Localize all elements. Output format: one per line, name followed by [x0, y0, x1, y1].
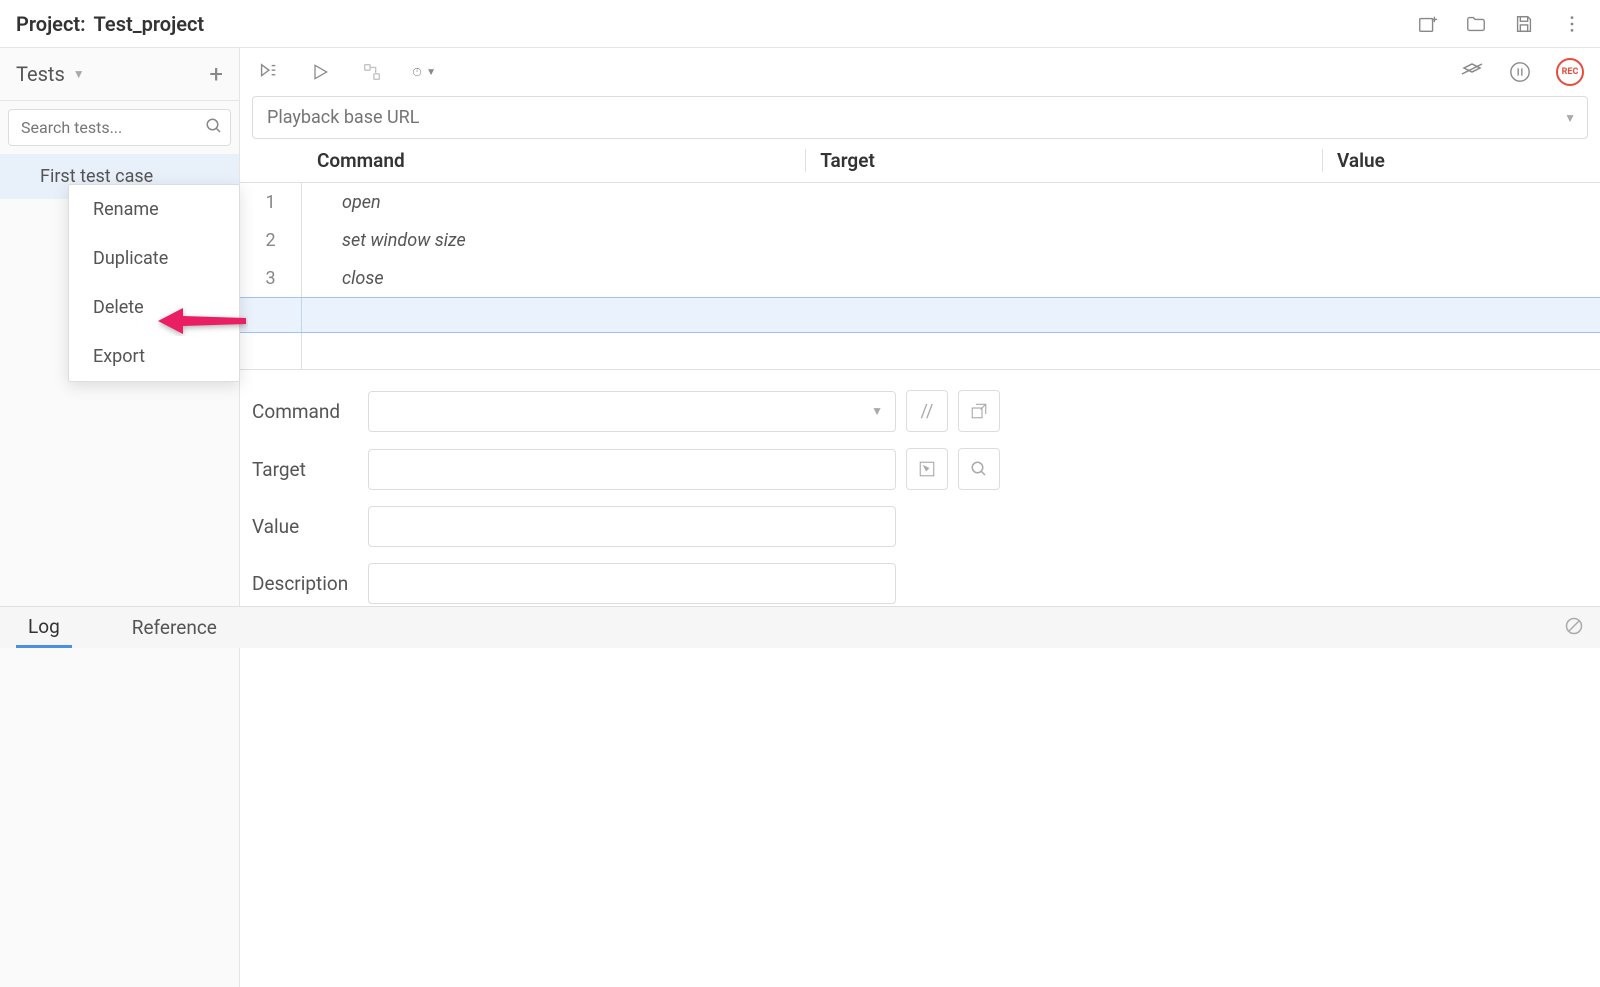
tests-dropdown[interactable]: Tests ▼ — [16, 62, 85, 86]
content-area: ▼ REC ▼ Command Target Value — [240, 48, 1600, 987]
url-input[interactable] — [252, 96, 1588, 139]
row-command: set window size — [302, 230, 805, 251]
value-input[interactable] — [368, 506, 896, 547]
add-test-button[interactable]: + — [209, 60, 223, 88]
empty-area — [240, 333, 1600, 369]
open-new-window-button[interactable] — [958, 390, 1000, 432]
toolbar: ▼ REC — [240, 48, 1600, 96]
row-command: open — [302, 192, 805, 213]
chevron-down-icon: ▼ — [871, 404, 883, 418]
row-command: close — [302, 268, 805, 289]
table-row[interactable]: 3 close — [240, 259, 1600, 297]
clear-log-icon[interactable] — [1564, 616, 1584, 640]
tab-reference[interactable]: Reference — [120, 607, 229, 648]
table-row[interactable]: 1 open — [240, 183, 1600, 221]
selected-empty-row[interactable] — [240, 297, 1600, 333]
sidebar-header: Tests ▼ + — [0, 48, 239, 101]
toggle-comment-button[interactable]: // — [906, 390, 948, 432]
step-icon[interactable] — [360, 60, 384, 84]
more-menu-icon[interactable] — [1560, 12, 1584, 36]
new-project-icon[interactable] — [1416, 12, 1440, 36]
context-delete[interactable]: Delete — [69, 283, 239, 332]
table-header: Command Target Value — [240, 139, 1600, 183]
command-form: Command ▼ // Target Val — [240, 370, 1600, 640]
search-input[interactable] — [8, 109, 231, 146]
context-rename[interactable]: Rename — [69, 185, 239, 234]
context-duplicate[interactable]: Duplicate — [69, 234, 239, 283]
row-number: 1 — [240, 183, 302, 221]
command-select[interactable]: ▼ — [368, 391, 896, 432]
record-button[interactable]: REC — [1556, 58, 1584, 86]
row-number: 2 — [240, 221, 302, 259]
save-icon[interactable] — [1512, 12, 1536, 36]
chevron-down-icon: ▼ — [73, 67, 85, 81]
disable-breakpoints-icon[interactable] — [1460, 60, 1484, 84]
url-bar: ▼ — [252, 96, 1588, 139]
project-label: Project: — [16, 12, 86, 36]
table-row[interactable]: 2 set window size — [240, 221, 1600, 259]
open-folder-icon[interactable] — [1464, 12, 1488, 36]
row-number: 3 — [240, 259, 302, 297]
context-export[interactable]: Export — [69, 332, 239, 381]
value-label: Value — [252, 515, 368, 538]
header-value: Value — [1322, 149, 1600, 172]
header-actions — [1416, 12, 1584, 36]
description-input[interactable] — [368, 563, 896, 604]
search-icon[interactable] — [205, 117, 223, 139]
command-table: Command Target Value 1 open 2 set window… — [240, 139, 1600, 370]
pause-icon[interactable] — [1508, 60, 1532, 84]
description-label: Description — [252, 572, 368, 595]
target-input[interactable] — [368, 449, 896, 490]
project-name: Test_project — [94, 12, 205, 36]
chevron-down-icon[interactable]: ▼ — [1564, 111, 1576, 125]
bottom-tabs: Log Reference — [0, 606, 1600, 648]
run-all-icon[interactable] — [256, 60, 280, 84]
context-menu: Rename Duplicate Delete Export — [68, 184, 240, 382]
search-wrap — [0, 101, 239, 154]
speed-icon[interactable]: ▼ — [412, 60, 436, 84]
run-icon[interactable] — [308, 60, 332, 84]
tests-label: Tests — [16, 62, 65, 86]
project-title: Project: Test_project — [16, 12, 204, 36]
header-command: Command — [302, 149, 805, 172]
target-label: Target — [252, 458, 368, 481]
app-header: Project: Test_project — [0, 0, 1600, 48]
select-target-button[interactable] — [906, 448, 948, 490]
tab-log[interactable]: Log — [16, 607, 72, 648]
header-target: Target — [805, 149, 1322, 172]
find-target-button[interactable] — [958, 448, 1000, 490]
command-label: Command — [252, 400, 368, 423]
